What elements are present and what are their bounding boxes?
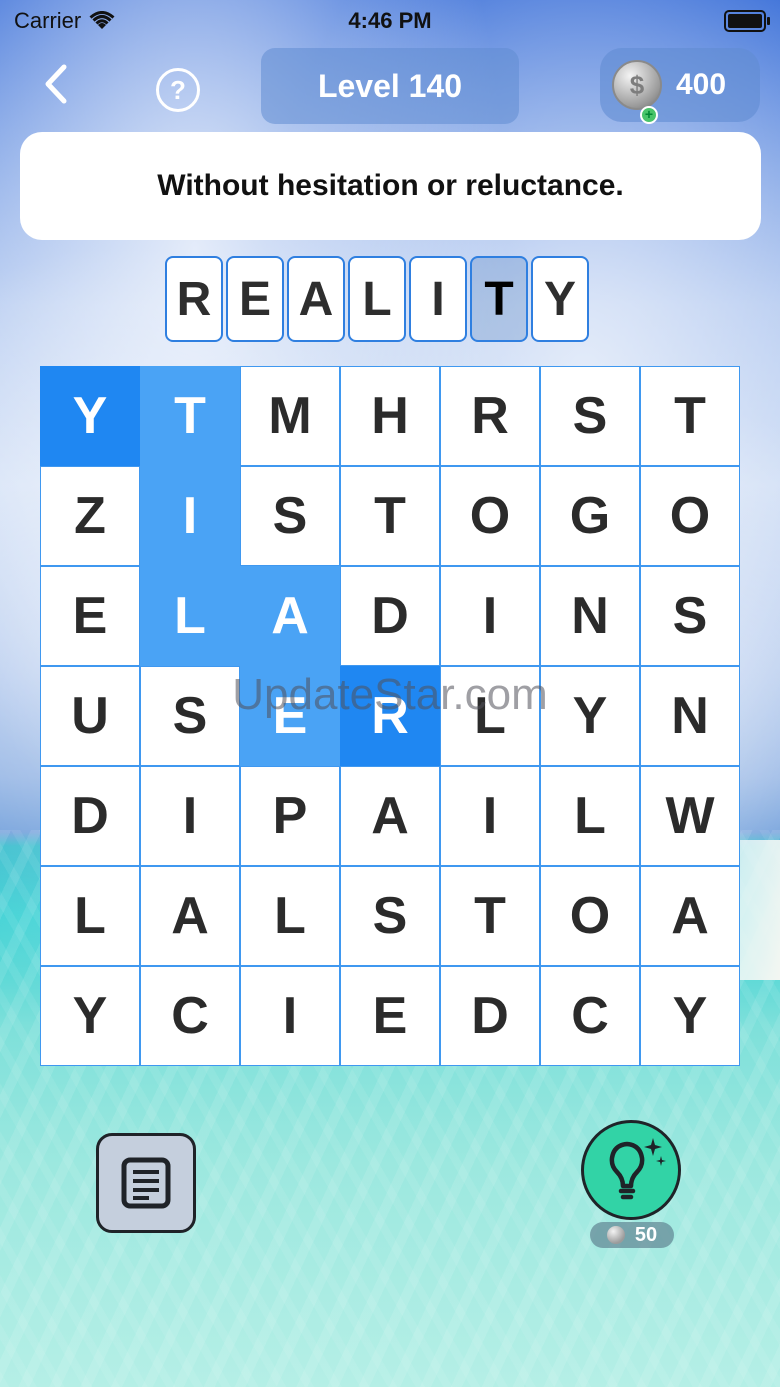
grid-cell[interactable]: Z	[40, 466, 140, 566]
grid-cell[interactable]: N	[640, 666, 740, 766]
coin-balance-button[interactable]: $ + 400	[600, 48, 760, 124]
chevron-left-icon	[45, 64, 67, 104]
grid-cell[interactable]: T	[640, 366, 740, 466]
grid-cell[interactable]: R	[340, 666, 440, 766]
grid-cell[interactable]: A	[140, 866, 240, 966]
hint-button[interactable]	[581, 1120, 681, 1220]
grid-cell[interactable]: L	[140, 566, 240, 666]
grid-cell[interactable]: E	[40, 566, 140, 666]
grid-cell[interactable]: Y	[40, 366, 140, 466]
grid-cell[interactable]: S	[540, 366, 640, 466]
grid-cell[interactable]: A	[240, 566, 340, 666]
grid-cell[interactable]: D	[340, 566, 440, 666]
grid-cell[interactable]: I	[140, 766, 240, 866]
grid-cell[interactable]: G	[540, 466, 640, 566]
clue-text: Without hesitation or reluctance.	[157, 169, 624, 202]
grid-cell[interactable]: L	[440, 666, 540, 766]
grid-cell[interactable]: L	[40, 866, 140, 966]
grid-cell[interactable]: O	[640, 466, 740, 566]
grid-cell[interactable]: I	[440, 566, 540, 666]
answer-slot: T	[470, 256, 528, 342]
top-bar: ? Level 140 $ + 400	[0, 46, 780, 126]
grid-cell[interactable]: E	[240, 666, 340, 766]
answer-slot: I	[409, 256, 467, 342]
grid-cell[interactable]: T	[340, 466, 440, 566]
answer-slot: A	[287, 256, 345, 342]
grid-cell[interactable]: O	[440, 466, 540, 566]
grid-cell[interactable]: A	[340, 766, 440, 866]
answer-slot: E	[226, 256, 284, 342]
clue-card: Without hesitation or reluctance.	[20, 132, 761, 240]
coin-icon	[606, 1226, 625, 1244]
grid-cell[interactable]: S	[240, 466, 340, 566]
grid-cell[interactable]: Y	[640, 966, 740, 1066]
answer-slot: Y	[531, 256, 589, 342]
grid-cell[interactable]: I	[140, 466, 240, 566]
grid-cell[interactable]: R	[440, 366, 540, 466]
help-button[interactable]: ?	[156, 68, 200, 112]
document-list-icon	[121, 1157, 171, 1209]
back-button[interactable]	[36, 62, 76, 106]
hint-cost-badge: 50	[590, 1222, 674, 1248]
lightbulb-sparkle-icon	[609, 1138, 666, 1200]
coin-count: 400	[676, 68, 727, 101]
answer-slot: L	[348, 256, 406, 342]
answer-slot: R	[165, 256, 223, 342]
grid-cell[interactable]: P	[240, 766, 340, 866]
grid-cell[interactable]: S	[140, 666, 240, 766]
grid-cell[interactable]: T	[140, 366, 240, 466]
plus-icon: +	[640, 106, 658, 124]
grid-cell[interactable]: S	[340, 866, 440, 966]
grid-cell[interactable]: T	[440, 866, 540, 966]
grid-cell[interactable]: L	[240, 866, 340, 966]
grid-cell[interactable]: N	[540, 566, 640, 666]
coin-icon: $	[612, 60, 662, 110]
grid-cell[interactable]: O	[540, 866, 640, 966]
grid-cell[interactable]: Y	[40, 966, 140, 1066]
word-list-button[interactable]	[96, 1133, 196, 1233]
grid-cell[interactable]: D	[440, 966, 540, 1066]
grid-cell[interactable]: L	[540, 766, 640, 866]
grid-cell[interactable]: U	[40, 666, 140, 766]
grid-cell[interactable]: C	[540, 966, 640, 1066]
grid-cell[interactable]: W	[640, 766, 740, 866]
grid-cell[interactable]: D	[40, 766, 140, 866]
grid-cell[interactable]: I	[440, 766, 540, 866]
hint-cost: 50	[634, 1223, 658, 1246]
clock: 4:46 PM	[348, 8, 432, 33]
level-indicator: Level 140	[261, 48, 519, 124]
status-bar: Carrier 4:46 PM	[0, 0, 780, 40]
grid-cell[interactable]: S	[640, 566, 740, 666]
question-circle-icon: ?	[170, 75, 186, 105]
grid-cell[interactable]: Y	[540, 666, 640, 766]
grid-cell[interactable]: E	[340, 966, 440, 1066]
grid-cell[interactable]: C	[140, 966, 240, 1066]
letter-grid: YTMHRSTZISTOGOELADINSUSERLYNDIPAILWLALST…	[40, 366, 740, 1066]
grid-cell[interactable]: H	[340, 366, 440, 466]
level-label: Level 140	[317, 67, 463, 104]
answer-slots: REALITY	[165, 256, 589, 342]
battery-icon	[724, 10, 770, 32]
grid-cell[interactable]: I	[240, 966, 340, 1066]
grid-cell[interactable]: M	[240, 366, 340, 466]
grid-cell[interactable]: A	[640, 866, 740, 966]
